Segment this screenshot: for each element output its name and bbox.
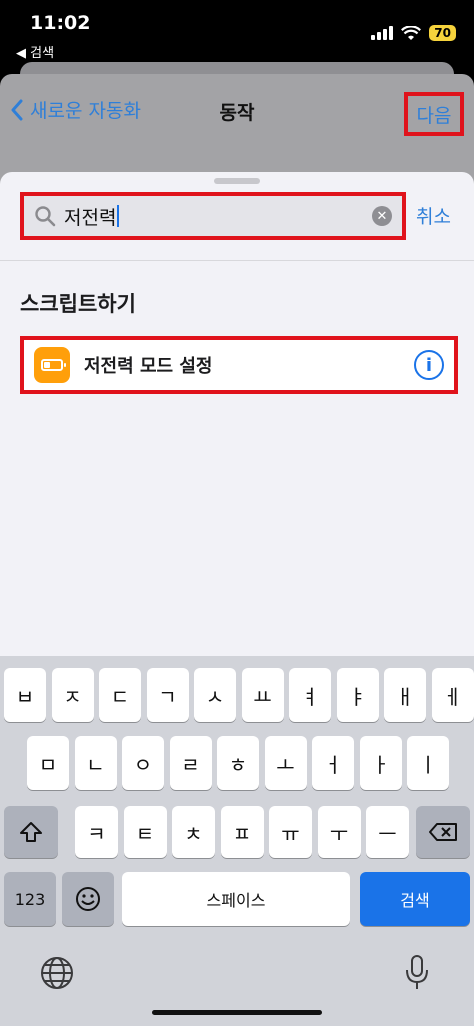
key-row1-6[interactable]: ㅕ	[289, 668, 331, 722]
text-cursor	[117, 205, 120, 227]
emoji-icon	[76, 887, 100, 911]
action-result-row[interactable]: 저전력 모드 설정 i	[20, 336, 458, 394]
key-row2-1[interactable]: ㄴ	[74, 736, 117, 790]
status-icons: 70	[371, 25, 456, 41]
search-key[interactable]: 검색	[360, 872, 470, 926]
key-row2-0[interactable]: ㅁ	[27, 736, 69, 790]
action-result-label: 저전력 모드 설정	[84, 356, 213, 377]
key-row3-0[interactable]: ㅋ	[75, 806, 118, 858]
info-icon[interactable]: i	[414, 350, 444, 380]
emoji-key[interactable]	[62, 872, 114, 926]
status-time: 11:02	[30, 12, 91, 34]
back-to-search-link[interactable]: ◀ 검색	[16, 42, 54, 61]
nav-title: 동작	[219, 102, 255, 124]
key-row3-4[interactable]: ㅠ	[269, 806, 312, 858]
space-key[interactable]: 스페이스	[122, 872, 350, 926]
key-row3-3[interactable]: ㅍ	[220, 806, 264, 858]
search-input[interactable]: 저전력	[64, 203, 116, 230]
key-row1-4[interactable]: ㅅ	[194, 668, 236, 722]
key-row2-4[interactable]: ㅎ	[217, 736, 259, 790]
status-bar: 11:02 ◀ 검색 70	[0, 0, 474, 66]
key-row1-5[interactable]: ㅛ	[241, 668, 284, 722]
key-row2-5[interactable]: ㅗ	[264, 736, 307, 790]
cancel-button[interactable]: 취소	[416, 202, 451, 229]
key-row2-2[interactable]: ㅇ	[122, 736, 164, 790]
divider	[0, 260, 474, 261]
search-field[interactable]: 저전력 ✕	[20, 192, 406, 240]
wifi-icon	[401, 25, 422, 40]
sheet-grabber[interactable]	[214, 178, 260, 184]
key-row1-3[interactable]: ㄱ	[146, 668, 189, 722]
key-row1-7[interactable]: ㅑ	[336, 668, 379, 722]
key-row1-2[interactable]: ㄷ	[99, 668, 141, 722]
clear-search-icon[interactable]: ✕	[372, 206, 392, 226]
backspace-key[interactable]	[416, 806, 470, 858]
key-row3-6[interactable]: ㅡ	[366, 806, 409, 858]
battery-icon: 70	[429, 25, 456, 41]
key-row2-8[interactable]: ㅣ	[407, 736, 449, 790]
low-power-battery-icon	[34, 347, 70, 383]
section-title: 스크립트하기	[20, 292, 136, 316]
signal-icon	[371, 26, 394, 40]
home-indicator	[152, 1010, 322, 1015]
globe-icon[interactable]	[40, 956, 74, 990]
microphone-icon[interactable]	[404, 954, 430, 992]
shift-key[interactable]	[4, 806, 58, 858]
numbers-key[interactable]: 123	[4, 872, 56, 926]
key-row1-0[interactable]: ㅂ	[4, 668, 46, 722]
key-row1-8[interactable]: ㅐ	[384, 668, 426, 722]
next-button[interactable]: 다음	[404, 92, 464, 136]
key-row1-1[interactable]: ㅈ	[51, 668, 94, 722]
key-row3-1[interactable]: ㅌ	[123, 806, 167, 858]
backspace-icon	[429, 823, 457, 841]
key-row2-7[interactable]: ㅏ	[359, 736, 402, 790]
key-row2-6[interactable]: ㅓ	[312, 736, 354, 790]
key-row1-9[interactable]: ㅔ	[431, 668, 474, 722]
shift-icon	[20, 822, 42, 842]
key-row3-2[interactable]: ㅊ	[172, 806, 215, 858]
search-icon	[35, 206, 56, 227]
key-row2-3[interactable]: ㄹ	[169, 736, 212, 790]
key-row3-5[interactable]: ㅜ	[317, 806, 361, 858]
